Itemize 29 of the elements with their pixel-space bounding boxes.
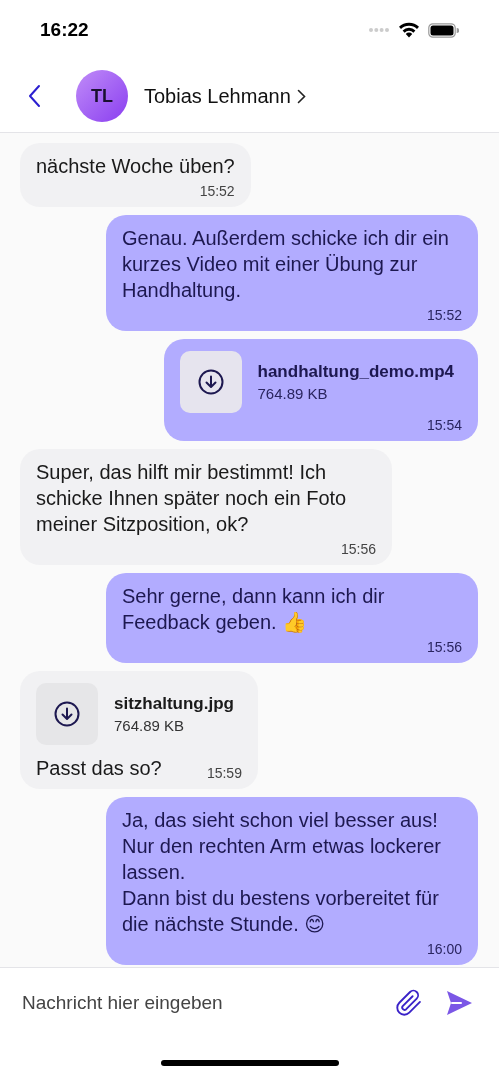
contact-name[interactable]: Tobias Lehmann bbox=[144, 84, 291, 108]
file-size: 764.89 KB bbox=[114, 717, 186, 734]
message-time: 15:56 bbox=[426, 639, 462, 655]
message-time: 16:00 bbox=[426, 941, 462, 957]
message-time: 15:54 bbox=[426, 417, 462, 433]
message-input[interactable]: Nachricht hier eingeben bbox=[20, 991, 377, 1015]
download-button[interactable] bbox=[179, 351, 242, 413]
battery-icon bbox=[428, 22, 459, 38]
download-button[interactable] bbox=[36, 683, 98, 745]
wifi-icon bbox=[398, 22, 420, 38]
chevron-icon[interactable] bbox=[296, 88, 306, 104]
status-time: 16:22 bbox=[40, 19, 89, 41]
message-text: Genau. Außerdem schicke ich dir ein kurzes Video mit einer Übung zur Handhaltung. bbox=[122, 226, 450, 303]
message-text: Passt das so? bbox=[36, 756, 162, 781]
message-time: 15:52 bbox=[426, 307, 462, 323]
file-name: sitzhaltung.jpg bbox=[114, 694, 234, 714]
contact-avatar: TL bbox=[76, 70, 128, 122]
message-text: Sehr gerne, dann kann ich dir Feedback geben. 👍 bbox=[122, 584, 386, 635]
download-icon bbox=[54, 701, 80, 727]
download-icon bbox=[197, 369, 224, 395]
message-time: 15:59 bbox=[206, 765, 242, 781]
message-time: 15:52 bbox=[199, 183, 235, 199]
message-text: Ja, das sieht schon viel besser aus! Nur den rechten Arm etwas lockerer lassen. Dann bist du bestens vorbereitet für die nächste Stunde. 😊 bbox=[122, 808, 443, 937]
file-size: 764.89 KB bbox=[257, 385, 329, 402]
message-text: nächste Woche üben? bbox=[36, 154, 235, 179]
file-name: handhaltung_demo.mp4 bbox=[257, 362, 454, 382]
message-text: Super, das hilft mir bestimmt! Ich schicke Ihnen später noch ein Foto meiner Sitzposition, ok? bbox=[36, 460, 348, 537]
message-time: 15:56 bbox=[340, 541, 376, 557]
signal-icon bbox=[368, 27, 390, 33]
